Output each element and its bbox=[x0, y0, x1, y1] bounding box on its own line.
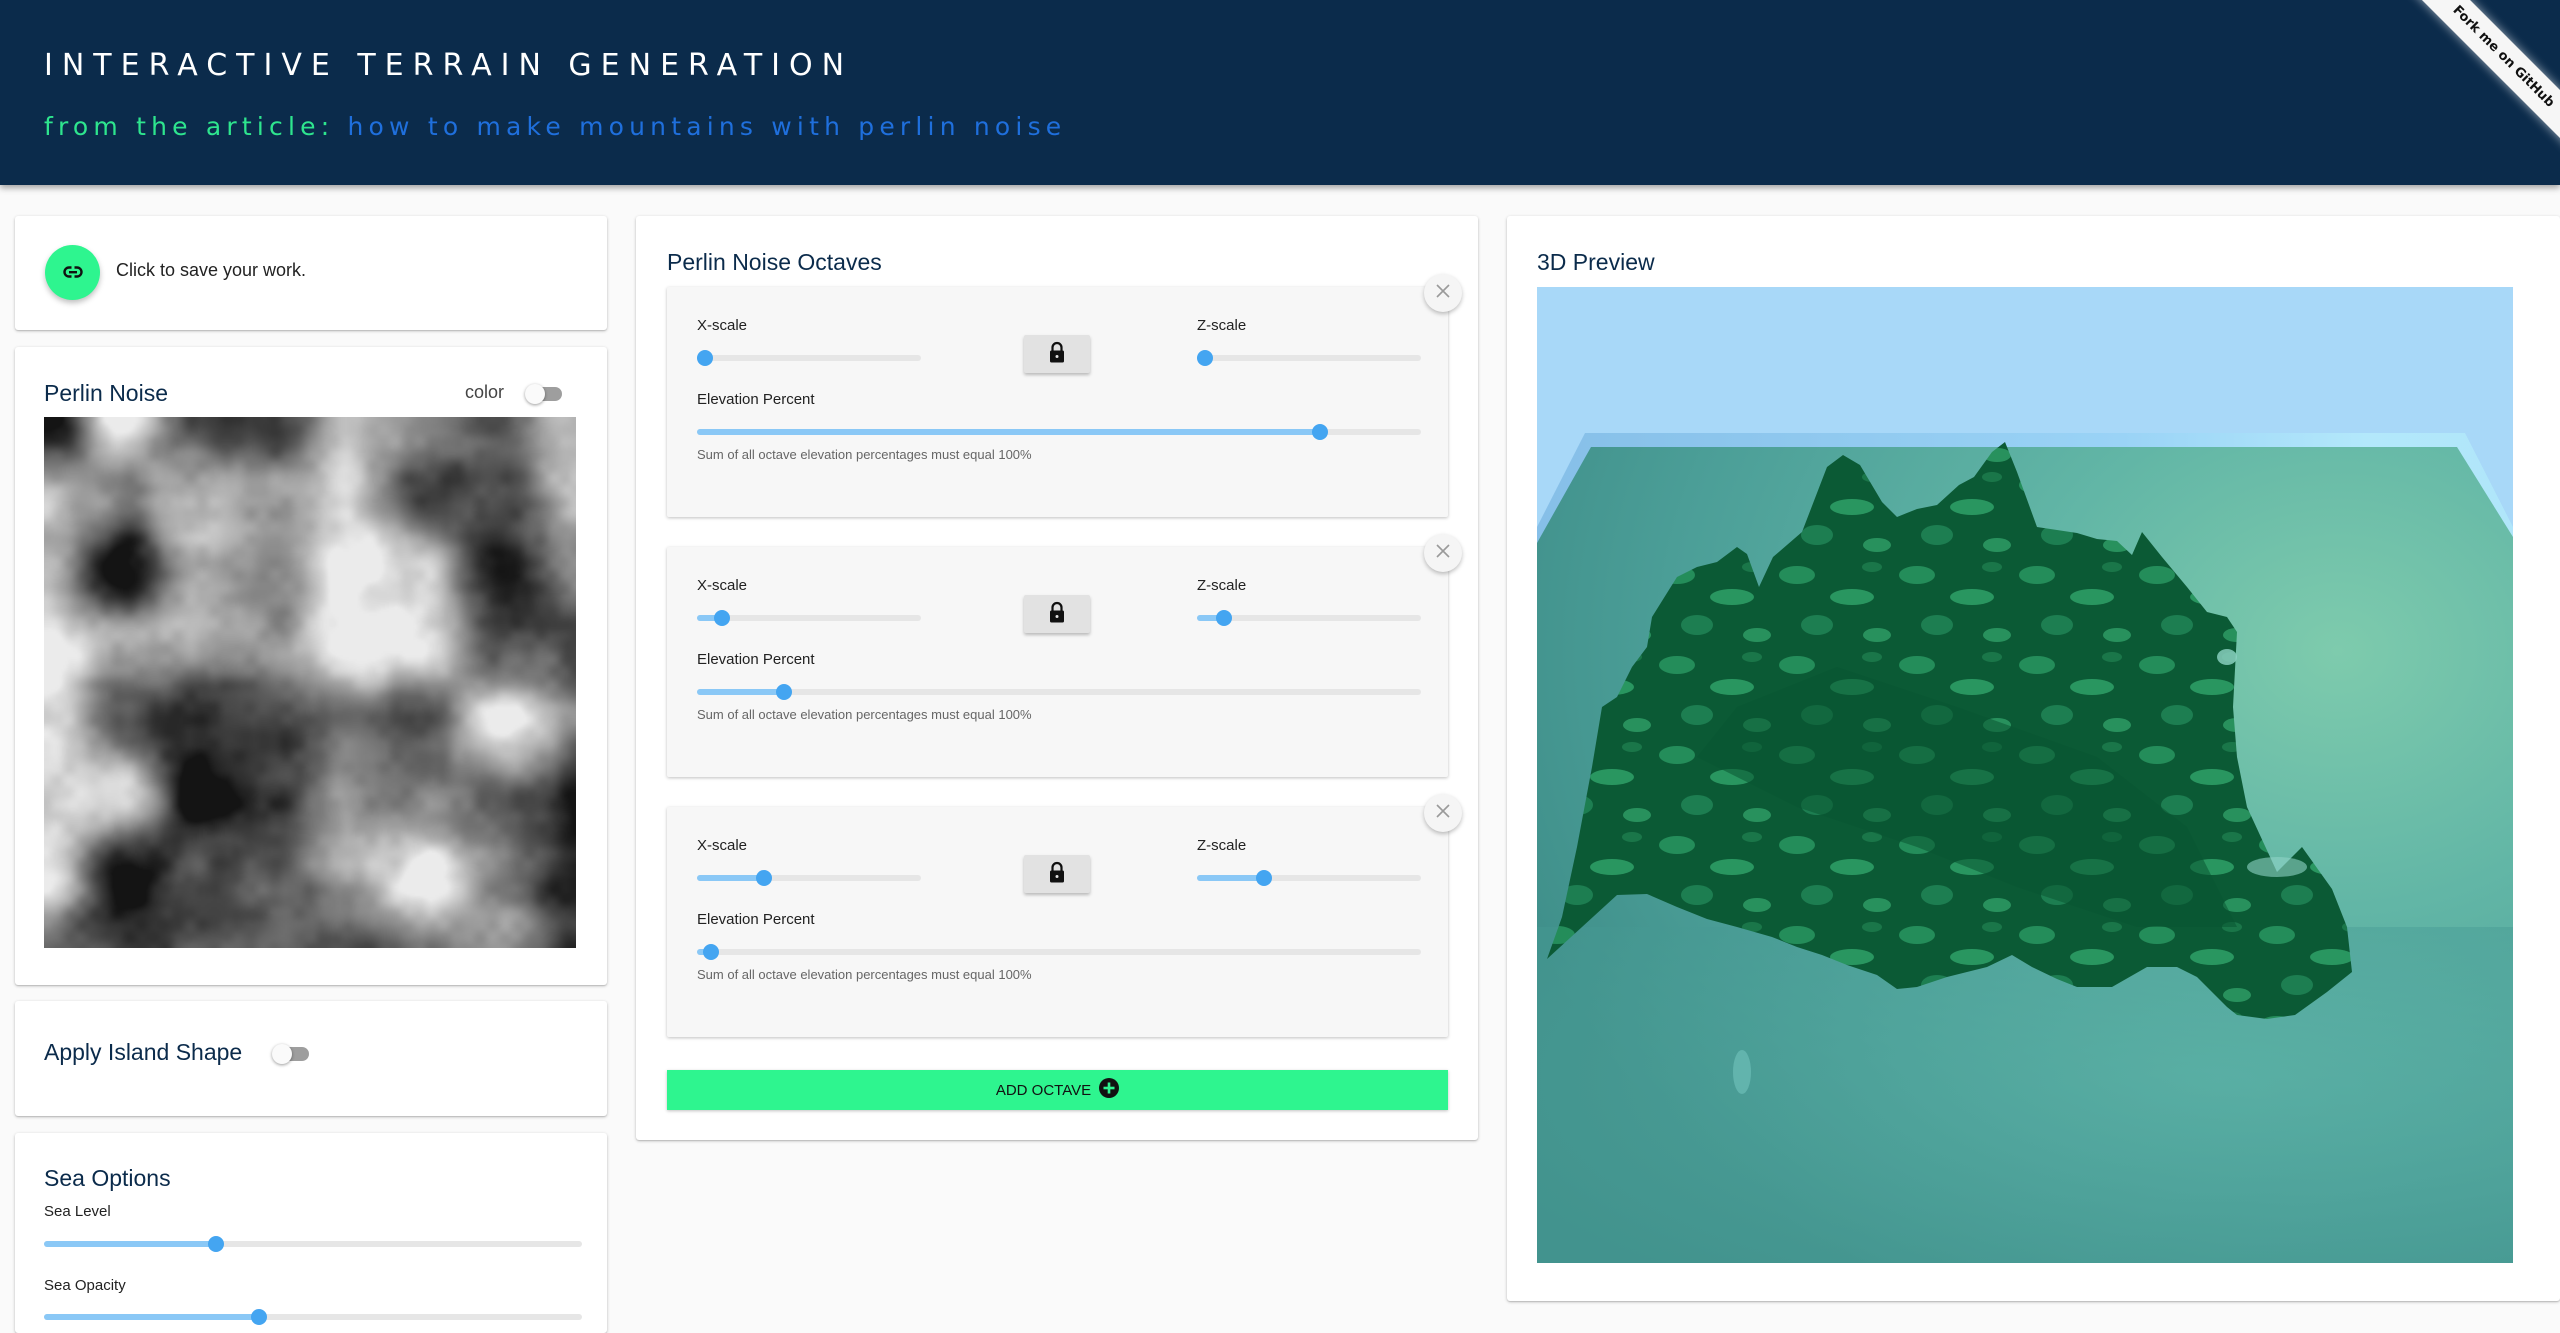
octaves-title: Perlin Noise Octaves bbox=[667, 249, 882, 275]
toggle-knob bbox=[272, 1044, 292, 1064]
sea-opacity-label: Sea Opacity bbox=[44, 1277, 126, 1294]
z-scale-label: Z-scale bbox=[1197, 577, 1247, 594]
z-scale-label: Z-scale bbox=[1197, 317, 1247, 334]
save-link-button[interactable] bbox=[45, 245, 100, 300]
save-card: Click to save your work. bbox=[15, 216, 607, 330]
perlin-noise-card: Perlin Noise color bbox=[15, 347, 607, 985]
z-scale-slider[interactable] bbox=[1197, 350, 1421, 366]
slider-thumb[interactable] bbox=[208, 1236, 225, 1252]
x-scale-label: X-scale bbox=[697, 317, 748, 334]
sea-level-slider[interactable] bbox=[44, 1236, 582, 1252]
x-scale-slider[interactable] bbox=[697, 610, 921, 626]
lock-icon bbox=[1049, 341, 1065, 367]
island-title: Apply Island Shape bbox=[44, 1039, 243, 1065]
slider-thumb[interactable] bbox=[697, 350, 713, 366]
preview-card: 3D Preview bbox=[1507, 216, 2560, 1301]
x-scale-slider[interactable] bbox=[697, 870, 921, 886]
add-octave-label: ADD OCTAVE bbox=[995, 1081, 1092, 1099]
toggle-knob bbox=[525, 384, 545, 404]
slider-thumb[interactable] bbox=[703, 944, 720, 960]
sea-pool bbox=[1733, 1050, 1751, 1094]
sea-pool bbox=[2217, 649, 2237, 665]
page-header: INTERACTIVE TERRAIN GENERATION from the … bbox=[0, 0, 2560, 185]
perlin-noise-title: Perlin Noise bbox=[44, 380, 168, 406]
sea-level-label: Sea Level bbox=[44, 1203, 111, 1220]
slider-thumb[interactable] bbox=[1197, 350, 1213, 366]
slider-fill bbox=[697, 875, 765, 881]
slider-thumb[interactable] bbox=[1256, 870, 1273, 886]
color-toggle-label: color bbox=[465, 382, 505, 402]
octave-panel: X-scale Z-scale Elevation Percent Sum of… bbox=[667, 274, 1462, 517]
x-scale-slider[interactable] bbox=[697, 350, 921, 366]
slider-track bbox=[697, 689, 1421, 695]
slider-thumb[interactable] bbox=[1215, 610, 1232, 626]
remove-octave-button[interactable] bbox=[1424, 274, 1462, 312]
z-scale-label: Z-scale bbox=[1197, 837, 1247, 854]
island-card: Apply Island Shape bbox=[15, 1001, 607, 1116]
slider-thumb[interactable] bbox=[775, 684, 792, 700]
close-icon bbox=[1435, 803, 1451, 823]
subtitle: from the article: how to make mountains … bbox=[44, 112, 1066, 141]
slider-fill bbox=[697, 429, 1320, 435]
octave-panel: X-scale Z-scale Elevation Percent Sum of… bbox=[667, 534, 1462, 777]
slider-fill bbox=[44, 1241, 217, 1247]
sea-options-title: Sea Options bbox=[44, 1165, 171, 1191]
sea-pool bbox=[2247, 857, 2307, 877]
github-ribbon[interactable]: Fork me on GitHub bbox=[2409, 0, 2560, 151]
elevation-label: Elevation Percent bbox=[697, 391, 815, 408]
slider-track bbox=[1197, 355, 1421, 361]
preview-title: 3D Preview bbox=[1537, 249, 1655, 275]
slider-fill bbox=[697, 689, 784, 695]
plus-circle-icon bbox=[1099, 1078, 1120, 1102]
lock-scale-button[interactable] bbox=[1024, 335, 1090, 373]
close-icon bbox=[1435, 283, 1451, 303]
slider-thumb[interactable] bbox=[713, 610, 730, 626]
island-toggle[interactable] bbox=[272, 1044, 309, 1064]
slider-thumb[interactable] bbox=[1311, 424, 1328, 440]
lock-icon bbox=[1049, 861, 1065, 887]
close-icon bbox=[1435, 543, 1451, 563]
elevation-note: Sum of all octave elevation percentages … bbox=[697, 447, 1032, 462]
article-link[interactable]: how to make mountains with perlin noise bbox=[348, 112, 1067, 141]
save-text: Click to save your work. bbox=[116, 260, 307, 280]
perlin-noise-image bbox=[44, 417, 576, 948]
water-foreground bbox=[1537, 927, 2513, 1263]
lock-scale-button[interactable] bbox=[1024, 855, 1090, 893]
slider-fill bbox=[44, 1314, 260, 1320]
x-scale-label: X-scale bbox=[697, 837, 748, 854]
elevation-slider[interactable] bbox=[697, 684, 1421, 700]
link-icon bbox=[62, 263, 83, 282]
terrain-3d-preview[interactable] bbox=[1537, 287, 2513, 1263]
sea-options-card: Sea Options Sea Level Sea Opacity bbox=[15, 1133, 607, 1333]
octave-panel: X-scale Z-scale Elevation Percent Sum of… bbox=[667, 794, 1462, 1037]
elevation-slider[interactable] bbox=[697, 944, 1421, 960]
page-title: INTERACTIVE TERRAIN GENERATION bbox=[44, 48, 854, 83]
sea-opacity-slider[interactable] bbox=[44, 1309, 582, 1325]
slider-track bbox=[697, 615, 921, 621]
slider-thumb[interactable] bbox=[251, 1309, 268, 1325]
slider-thumb[interactable] bbox=[756, 870, 773, 886]
elevation-slider[interactable] bbox=[697, 424, 1421, 440]
lock-scale-button[interactable] bbox=[1024, 595, 1090, 633]
lock-icon bbox=[1049, 601, 1065, 627]
elevation-label: Elevation Percent bbox=[697, 651, 815, 668]
z-scale-slider[interactable] bbox=[1197, 870, 1421, 886]
z-scale-slider[interactable] bbox=[1197, 610, 1421, 626]
x-scale-label: X-scale bbox=[697, 577, 748, 594]
octaves-card: Perlin Noise Octaves X-scale Z-scale Ele… bbox=[636, 216, 1478, 1140]
slider-track bbox=[697, 949, 1421, 955]
add-octave-button[interactable]: ADD OCTAVE bbox=[667, 1070, 1448, 1110]
slider-track bbox=[697, 355, 921, 361]
color-toggle[interactable] bbox=[525, 384, 562, 404]
elevation-note: Sum of all octave elevation percentages … bbox=[697, 707, 1032, 722]
elevation-note: Sum of all octave elevation percentages … bbox=[697, 967, 1032, 982]
remove-octave-button[interactable] bbox=[1424, 794, 1462, 832]
elevation-label: Elevation Percent bbox=[697, 911, 815, 928]
slider-fill bbox=[1197, 875, 1265, 881]
subtitle-lead: from the article: bbox=[44, 112, 335, 141]
remove-octave-button[interactable] bbox=[1424, 534, 1462, 572]
